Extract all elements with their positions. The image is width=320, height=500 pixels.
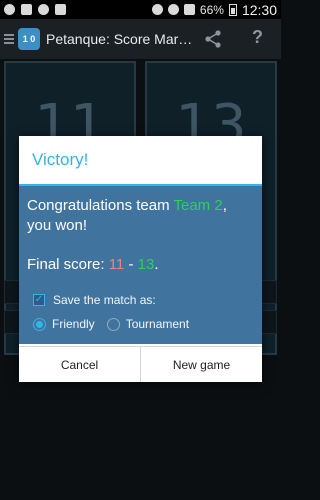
- status-bar: 66% 12:30: [0, 0, 281, 19]
- alarm-icon: [151, 4, 163, 15]
- app-logo-icon[interactable]: 1 0: [18, 28, 40, 50]
- save-match-checkbox-row[interactable]: ✓ Save the match as:: [33, 292, 156, 308]
- dialog-title: Victory!: [32, 150, 89, 169]
- save-match-checkbox[interactable]: ✓: [33, 294, 45, 306]
- dialog-buttons: Cancel New game: [19, 346, 262, 382]
- final-score-separator: -: [124, 256, 138, 273]
- system-icons: 66% 12:30: [151, 1, 277, 18]
- radio-friendly[interactable]: Friendly: [33, 317, 95, 331]
- battery-percent: 66%: [199, 2, 224, 17]
- radio-checked-icon[interactable]: [33, 317, 46, 331]
- radio-unchecked-icon[interactable]: [106, 317, 120, 331]
- match-type-radio-group: Friendly Tournament: [33, 316, 189, 332]
- app-title: Petanque: Score Mar…: [46, 31, 193, 47]
- congrats-line-2: you won!: [27, 217, 88, 234]
- action-bar: 1 0 Petanque: Score Mar… ?: [0, 19, 281, 59]
- mail-icon: [21, 4, 32, 15]
- clock: 12:30: [241, 1, 277, 18]
- wifi-icon: [167, 4, 179, 15]
- radio-tournament[interactable]: Tournament: [106, 317, 190, 331]
- radio-tournament-label: Tournament: [125, 317, 190, 331]
- final-score-suffix: .: [154, 256, 159, 273]
- battery-icon: [228, 3, 237, 16]
- congrats-prefix: Congratulations team: [27, 197, 174, 214]
- victory-dialog: Victory! Congratulations team Team 2, yo…: [19, 136, 262, 382]
- congrats-suffix: ,: [222, 197, 227, 214]
- sync-icon: [38, 4, 49, 15]
- radio-friendly-label: Friendly: [52, 317, 95, 331]
- notification-icons: [4, 4, 66, 15]
- final-score-left: 11: [108, 256, 125, 273]
- final-score-prefix: Final score:: [27, 256, 109, 273]
- camera-icon: [55, 4, 66, 15]
- final-score: Final score: 11 - 13.: [27, 256, 259, 273]
- dialog-body: Congratulations team Team 2, you won! Fi…: [19, 186, 262, 344]
- save-match-label: Save the match as:: [53, 293, 156, 307]
- cancel-button[interactable]: Cancel: [19, 347, 140, 382]
- help-icon[interactable]: ?: [252, 27, 263, 48]
- final-score-right: 13: [137, 256, 155, 273]
- congratulations-message: Congratulations team Team 2, you won!: [27, 196, 259, 236]
- signal-icon: [183, 4, 195, 15]
- winning-team-name: Team 2: [173, 197, 223, 214]
- share-icon[interactable]: [203, 29, 223, 49]
- new-game-button[interactable]: New game: [140, 347, 262, 382]
- drawer-menu-icon[interactable]: [4, 34, 14, 44]
- app-notification-icon: [4, 4, 15, 15]
